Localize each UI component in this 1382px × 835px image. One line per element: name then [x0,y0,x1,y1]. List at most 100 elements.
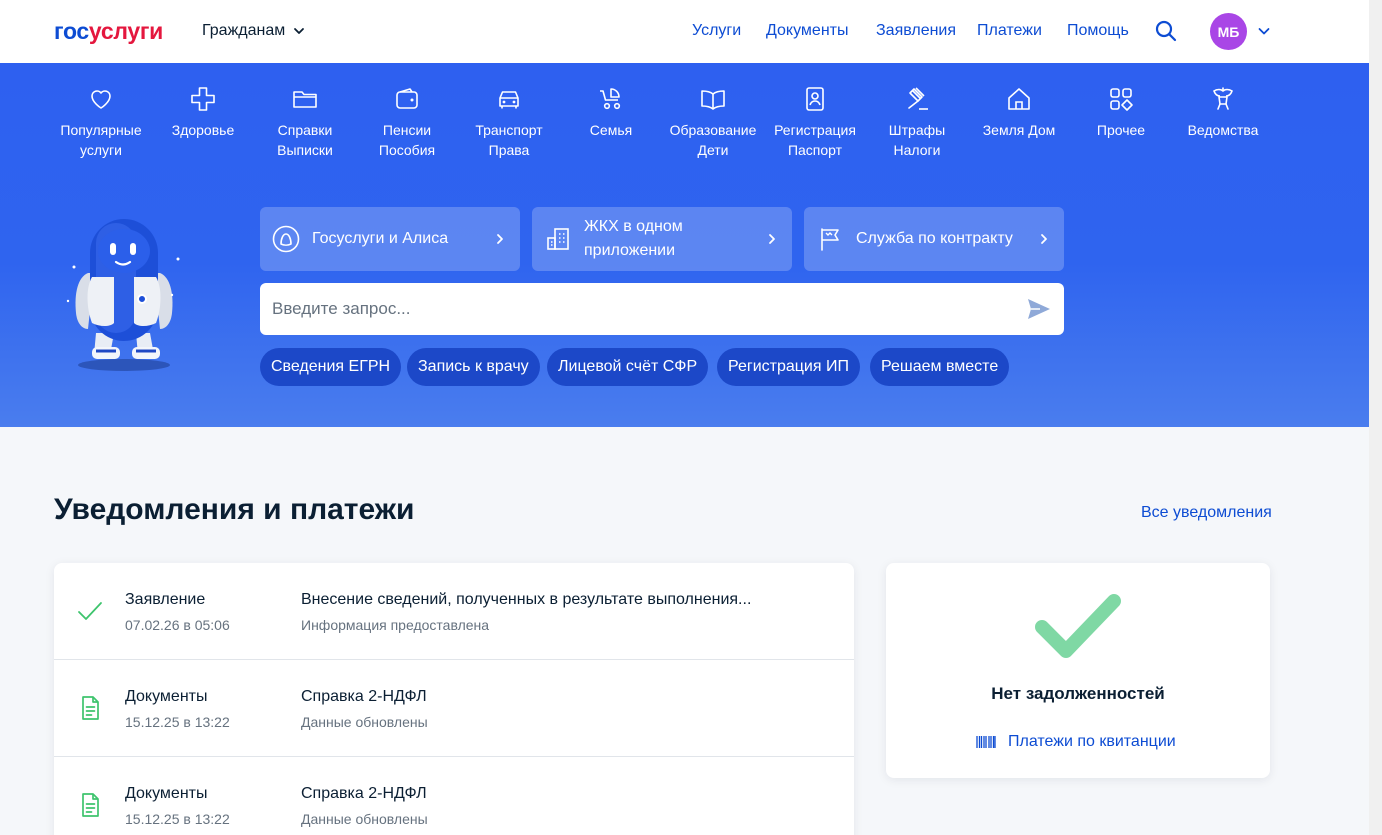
notification-type: Документы [125,688,208,705]
alice-icon [272,225,300,253]
barcode-icon [976,736,996,748]
notification-row[interactable]: Документы 15.12.25 в 13:22 Справка 2-НДФ… [54,757,854,835]
category-other[interactable]: Прочее [1070,85,1172,140]
category-label-2: Паспорт [787,142,843,158]
receipt-payments-link[interactable]: Платежи по квитанции [976,732,1176,752]
chip-solve-together[interactable]: Решаем вместе [870,348,1010,386]
category-education[interactable]: Образование Дети [662,85,764,160]
flag-icon [821,228,839,251]
notification-date: 15.12.25 в 13:22 [125,714,230,730]
notifications-list: Заявление 07.02.26 в 05:06 Внесение свед… [54,563,854,835]
nav-documents[interactable]: Документы [766,21,848,41]
notification-row[interactable]: Заявление 07.02.26 в 05:06 Внесение свед… [54,563,854,660]
category-label-2: Пособия [378,142,436,158]
quick-link-line1: ЖКХ в одном [584,218,683,235]
nav-payments[interactable]: Платежи [977,21,1042,41]
category-fines[interactable]: Штрафы Налоги [866,85,968,160]
chip-doctor-appointment[interactable]: Запись к врачу [407,348,540,386]
nav-applications[interactable]: Заявления [876,21,956,41]
search-box [260,283,1064,335]
chip-ip-registration[interactable]: Регистрация ИП [717,348,860,386]
notification-row[interactable]: Документы 15.12.25 в 13:22 Справка 2-НДФ… [54,660,854,757]
user-avatar[interactable]: МБ [1210,13,1247,50]
category-agencies[interactable]: Ведомства [1172,85,1274,140]
category-pensions[interactable]: Пенсии Пособия [356,85,458,160]
category-label-2: услуги [80,142,122,158]
gosuslugi-logo[interactable]: госуслуги [54,18,163,44]
category-label-2: Налоги [893,142,941,158]
notification-type: Заявление [125,591,206,608]
profile-chevron-down-icon[interactable] [1257,24,1271,38]
quick-link-contract-service[interactable]: Служба по контракту [804,207,1064,271]
category-label: Ведомства [1187,122,1259,138]
notification-title: Справка 2-НДФЛ [301,688,427,705]
notification-status: Данные обновлены [301,811,428,827]
category-label: Пенсии [382,122,432,138]
category-transport[interactable]: Транспорт Права [458,85,560,160]
receipt-payments-label: Платежи по квитанции [1008,733,1176,750]
category-land-home[interactable]: Земля Дом [968,85,1070,140]
category-label: Образование [669,122,757,138]
book-icon [701,90,725,110]
quick-link-line1: Госуслуги и Алиса [312,230,449,247]
audience-label: Гражданам [202,22,286,39]
category-label: Справки [277,122,333,138]
all-notifications-link[interactable]: Все уведомления [1141,503,1272,523]
nav-help[interactable]: Помощь [1067,21,1129,41]
robot-mascot-illustration [66,219,180,371]
notification-type: Документы [125,785,208,802]
grid-icon [1110,88,1133,111]
search-icon[interactable] [1154,19,1178,43]
audience-selector[interactable]: Гражданам [202,21,305,41]
heart-icon [91,90,111,109]
debt-status-card: Нет задолженностей Платежи по квитанции [886,563,1270,778]
chevron-right-icon [497,234,503,244]
quick-link-line2: приложении [584,242,676,259]
chip-egrn[interactable]: Сведения ЕГРН [260,348,402,386]
notification-date: 15.12.25 в 13:22 [125,811,230,827]
nav-services[interactable]: Услуги [692,21,741,41]
quick-link-line1: Служба по контракту [856,230,1013,247]
quick-link-alice[interactable]: Госуслуги и Алиса [260,207,520,271]
folder-icon [293,91,317,108]
emblem-icon [1213,87,1233,110]
category-health[interactable]: Здоровье [152,85,254,140]
health-cross-icon [191,87,215,111]
category-certificates[interactable]: Справки Выписки [254,85,356,160]
gavel-icon [908,87,928,110]
quick-link-label: ЖКХ в одном приложении [584,215,766,263]
category-label-2: Дети [697,142,729,158]
house-icon [1008,88,1030,110]
category-label-2: Права [488,142,530,158]
chip-sfr-account[interactable]: Лицевой счёт СФР [547,348,709,386]
quick-link-label: Служба по контракту [856,227,1038,251]
category-registration[interactable]: Регистрация Паспорт [764,85,866,160]
chevron-down-icon [294,28,305,34]
building-icon [547,228,569,250]
big-check-icon [1035,594,1121,658]
category-popular[interactable]: Популярные услуги [50,85,152,160]
category-label: Транспорт [475,122,543,138]
notification-status: Информация предоставлена [301,617,490,633]
scrollbar[interactable] [1369,0,1382,835]
stroller-icon [600,88,621,110]
quick-link-label: Госуслуги и Алиса [312,227,494,251]
category-label: Семья [589,122,633,138]
document-icon [82,793,99,817]
notification-date: 07.02.26 в 05:06 [125,617,230,633]
top-header: госуслуги Гражданам Услуги Документы Зая… [0,0,1382,63]
category-family[interactable]: Семья [560,85,662,140]
category-label: Здоровье [171,122,235,138]
send-icon[interactable] [1025,295,1053,323]
category-label-2: Выписки [277,142,333,158]
logo-part-gos: гос [54,18,89,44]
quick-link-housing-app[interactable]: ЖКХ в одном приложении [532,207,792,271]
passport-icon [806,87,824,111]
category-label: Земля Дом [982,122,1056,138]
category-label: Штрафы [888,122,946,138]
notification-title: Внесение сведений, полученных в результа… [301,591,752,608]
notification-title: Справка 2-НДФЛ [301,785,427,802]
search-input[interactable] [260,283,1000,335]
no-debts-title: Нет задолженностей [991,684,1165,703]
document-icon [82,696,99,720]
